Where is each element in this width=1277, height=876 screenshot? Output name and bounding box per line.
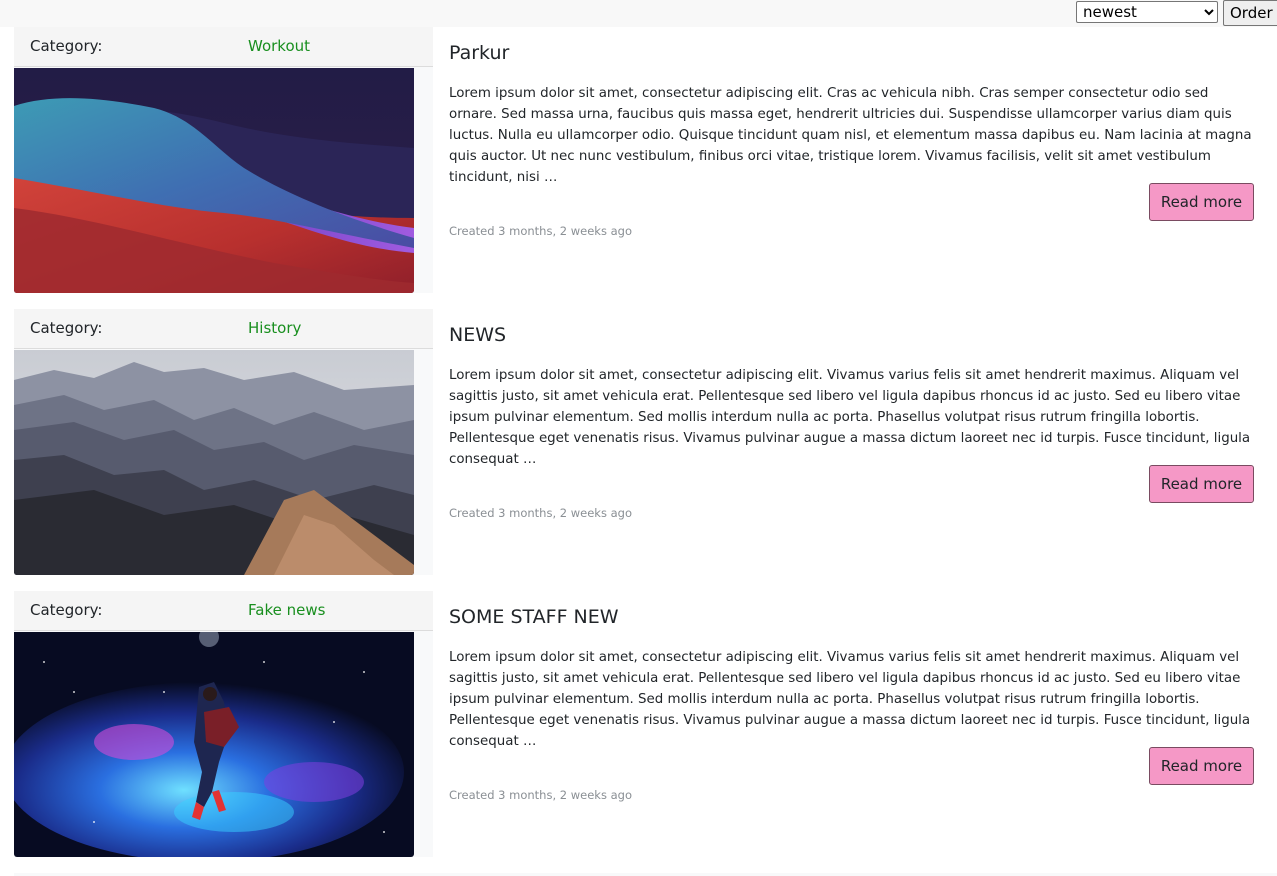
category-value[interactable]: Fake news xyxy=(248,601,325,619)
read-more-button[interactable]: Read more xyxy=(1149,183,1254,221)
post-card-content: Parkur Lorem ipsum dolor sit amet, conse… xyxy=(433,27,1277,293)
post-created-date: Created 3 months, 2 weeks ago xyxy=(449,788,632,802)
category-value[interactable]: History xyxy=(248,319,301,337)
post-title[interactable]: Parkur xyxy=(449,42,509,64)
space-figure-image xyxy=(14,632,414,857)
post-card: Category: Fake news SOME STAFF NEW Lorem… xyxy=(14,591,1277,857)
read-more-button[interactable]: Read more xyxy=(1149,465,1254,503)
category-value[interactable]: Workout xyxy=(248,37,310,55)
order-button[interactable]: Order xyxy=(1223,0,1277,26)
category-label: Category: xyxy=(30,601,103,619)
post-card-content: NEWS Lorem ipsum dolor sit amet, consect… xyxy=(433,309,1277,575)
post-created-date: Created 3 months, 2 weeks ago xyxy=(449,224,632,238)
post-title[interactable]: SOME STAFF NEW xyxy=(449,606,619,628)
post-excerpt: Lorem ipsum dolor sit amet, consectetur … xyxy=(449,368,1251,467)
category-label: Category: xyxy=(30,319,103,337)
abstract-waves-image xyxy=(14,68,414,293)
order-toolbar: newest Order xyxy=(0,0,1277,27)
category-bar: Category: Workout xyxy=(14,27,433,67)
post-excerpt: Lorem ipsum dolor sit amet, consectetur … xyxy=(449,650,1251,749)
misty-mountains-image xyxy=(14,350,414,575)
post-title[interactable]: NEWS xyxy=(449,324,506,346)
category-label: Category: xyxy=(30,37,103,55)
post-card-media: Category: Fake news xyxy=(14,591,433,857)
post-card-media: Category: History xyxy=(14,309,433,575)
post-thumbnail xyxy=(14,68,414,293)
post-card-content: SOME STAFF NEW Lorem ipsum dolor sit ame… xyxy=(433,591,1277,857)
read-more-button[interactable]: Read more xyxy=(1149,747,1254,785)
post-thumbnail xyxy=(14,350,414,575)
post-thumbnail xyxy=(14,632,414,857)
post-created-date: Created 3 months, 2 weeks ago xyxy=(449,506,632,520)
post-excerpt: Lorem ipsum dolor sit amet, consectetur … xyxy=(449,86,1252,185)
post-card: Category: Workout Parkur Lorem ipsum dol… xyxy=(14,27,1277,293)
category-bar: Category: Fake news xyxy=(14,591,433,631)
category-bar: Category: History xyxy=(14,309,433,349)
post-card: Category: History NEWS Lorem ipsum dolor… xyxy=(14,309,1277,575)
post-card-media: Category: Workout xyxy=(14,27,433,293)
order-select[interactable]: newest xyxy=(1076,1,1218,23)
